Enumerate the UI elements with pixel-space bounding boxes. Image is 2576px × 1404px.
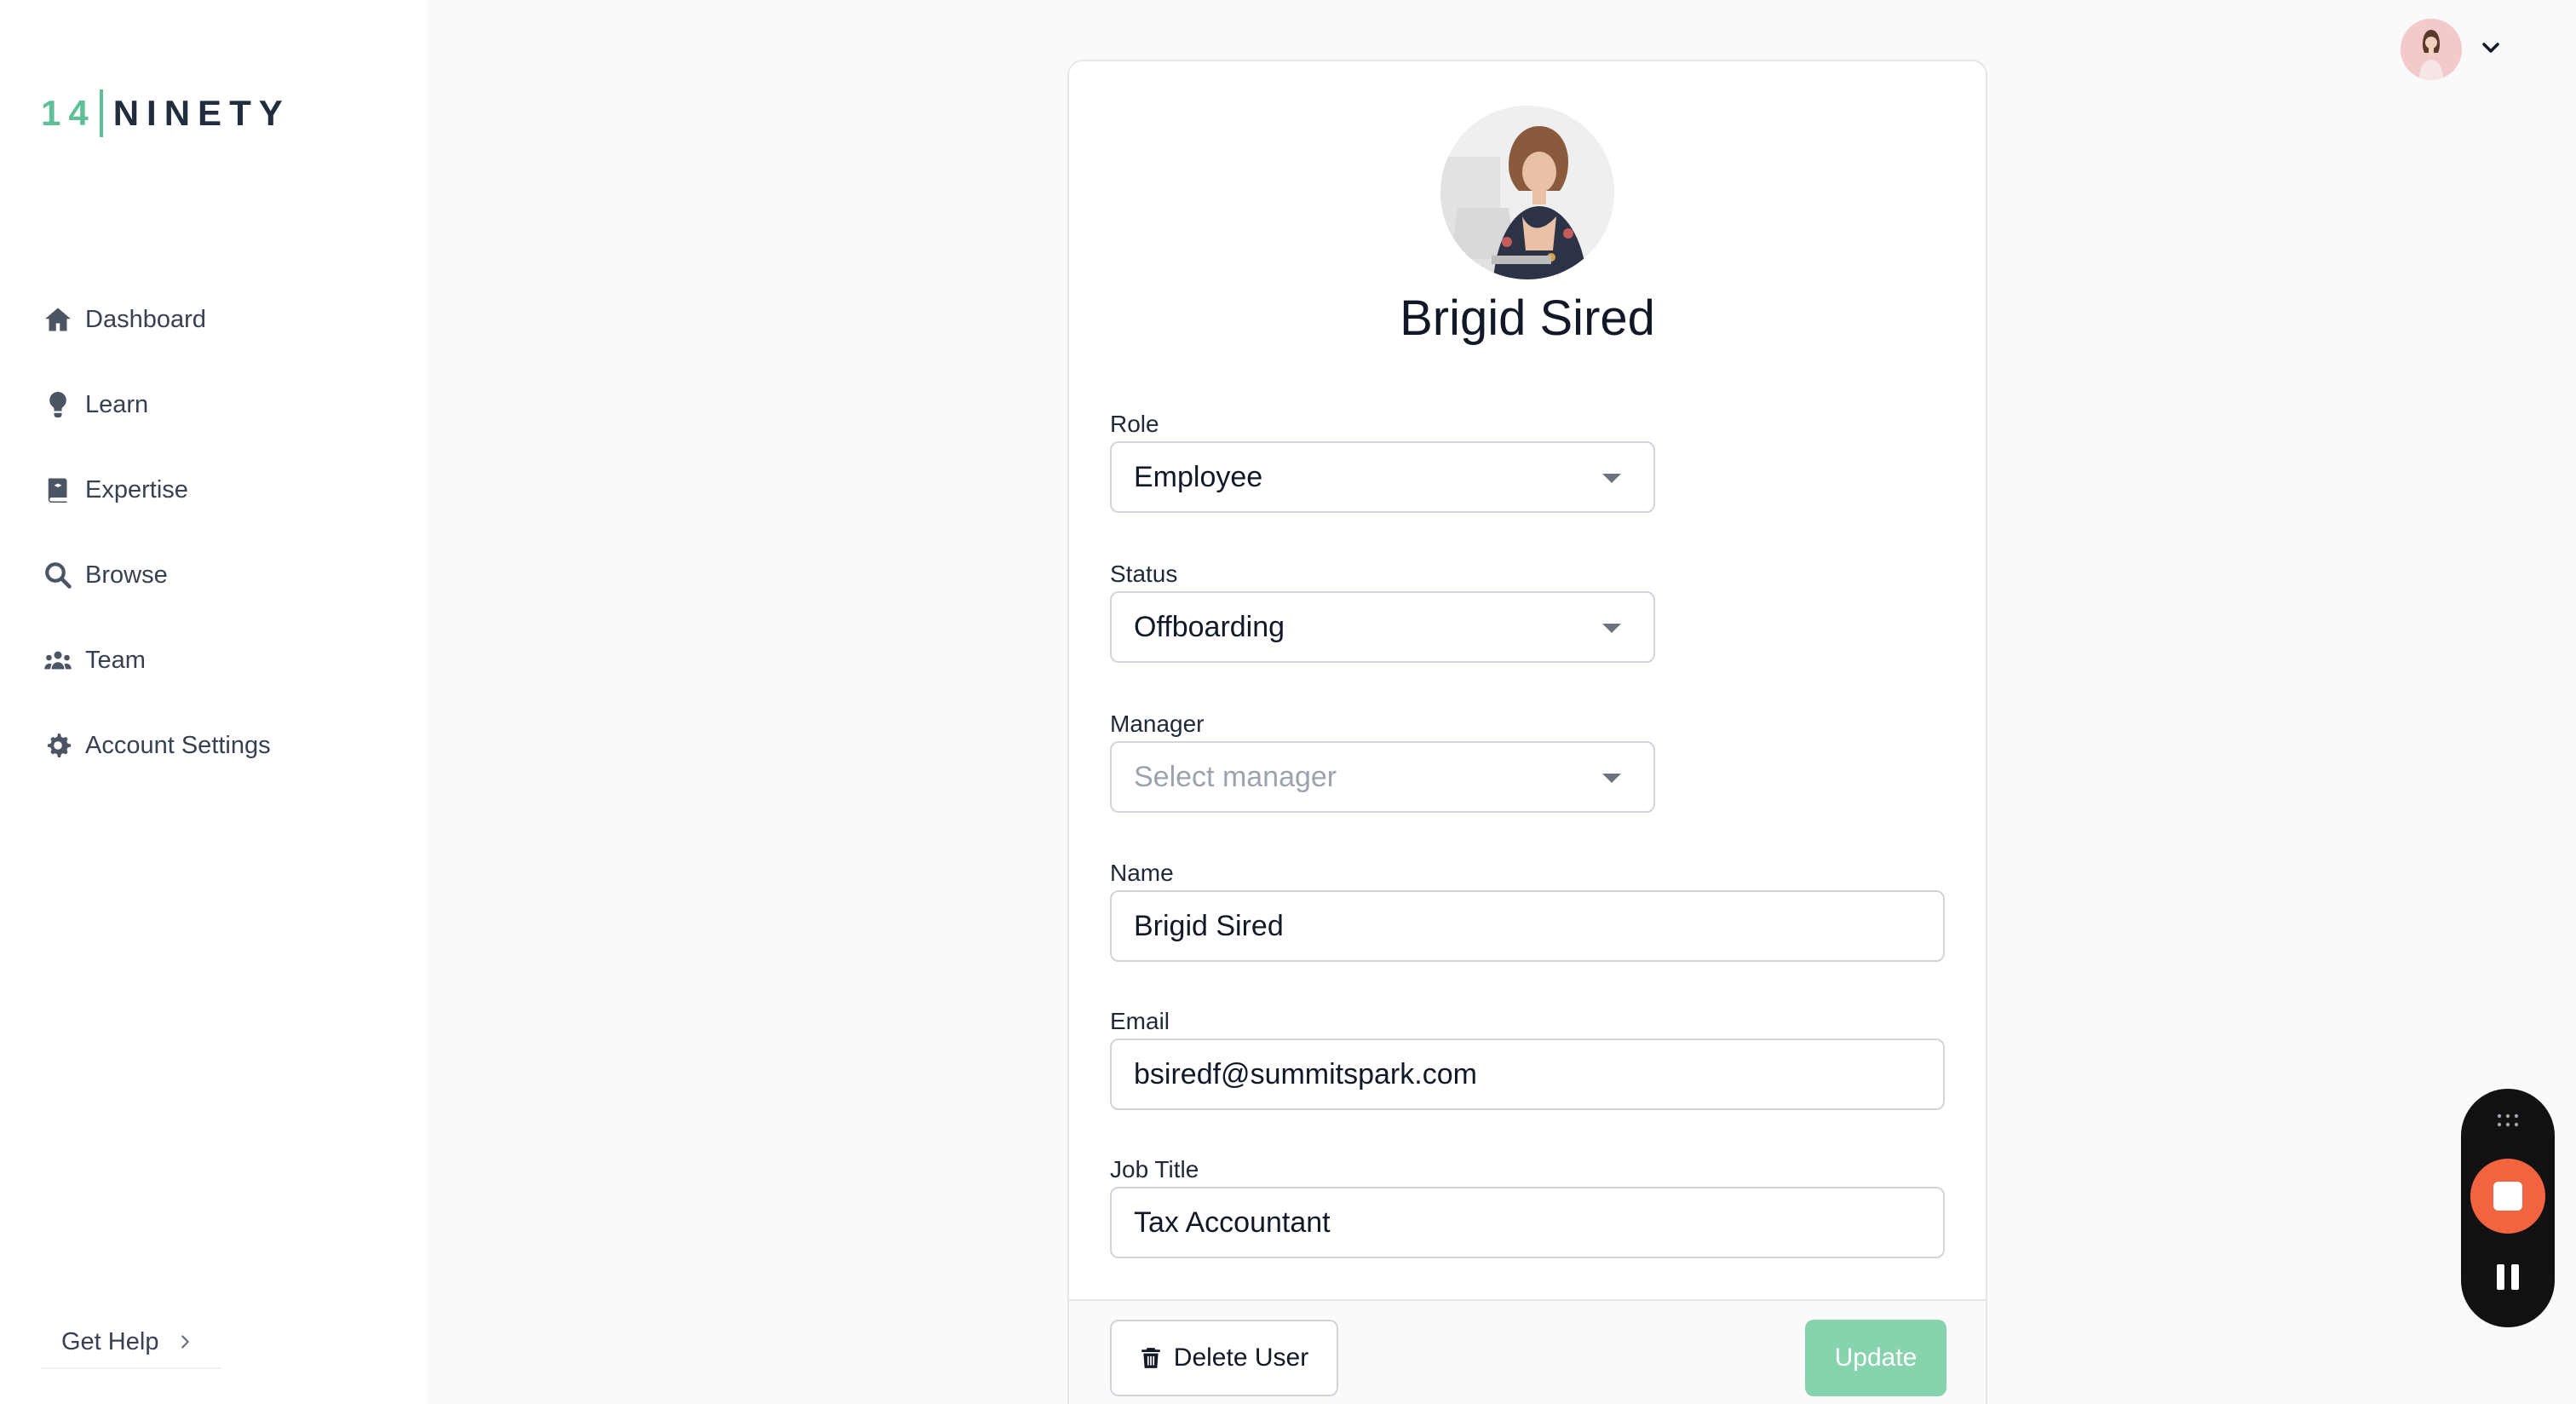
get-help-link[interactable]: Get Help bbox=[41, 1316, 221, 1369]
update-label: Update bbox=[1834, 1344, 1918, 1372]
status-value: Offboarding bbox=[1134, 610, 1285, 643]
user-avatar[interactable] bbox=[2401, 19, 2462, 80]
user-avatar-image bbox=[2401, 19, 2462, 80]
chevron-down-icon[interactable] bbox=[2479, 37, 2503, 58]
pause-recording-button[interactable] bbox=[2496, 1264, 2520, 1292]
manager-label: Manager bbox=[1110, 711, 1205, 737]
sidebar-item-learn[interactable]: Learn bbox=[43, 362, 271, 447]
role-label: Role bbox=[1110, 411, 1159, 437]
team-icon bbox=[44, 651, 72, 670]
logo-word: NINETY bbox=[112, 93, 290, 133]
delete-user-button[interactable]: Delete User bbox=[1110, 1320, 1338, 1396]
logo-number: 14 bbox=[41, 93, 96, 133]
job-title-label: Job Title bbox=[1110, 1156, 1199, 1182]
logo-divider bbox=[99, 89, 103, 137]
sidebar-item-label: Account Settings bbox=[85, 731, 271, 759]
email-value: bsiredf@summitspark.com bbox=[1134, 1057, 1477, 1090]
job-title-field[interactable]: Tax Accountant bbox=[1110, 1187, 1945, 1258]
stop-recording-button[interactable] bbox=[2470, 1159, 2545, 1234]
status-label: Status bbox=[1110, 561, 1178, 587]
edit-user-card: Brigid Sired Role Employee Status Offboa… bbox=[1067, 60, 1987, 1404]
update-button[interactable]: Update bbox=[1805, 1320, 1946, 1396]
search-icon bbox=[45, 562, 72, 589]
profile-photo-image bbox=[1440, 106, 1614, 279]
trash-icon bbox=[1141, 1348, 1160, 1368]
home-icon bbox=[45, 308, 71, 331]
status-select[interactable]: Offboarding bbox=[1110, 591, 1655, 663]
caret-down-icon bbox=[1602, 474, 1621, 483]
role-select[interactable]: Employee bbox=[1110, 441, 1655, 513]
name-field[interactable]: Brigid Sired bbox=[1110, 890, 1945, 962]
app-root: 14 NINETY Dashboard Learn Expertise Brow… bbox=[0, 0, 2576, 1404]
stop-icon bbox=[2493, 1182, 2522, 1211]
sidebar-item-label: Team bbox=[85, 646, 146, 674]
book-icon bbox=[48, 478, 67, 503]
recorder-widget bbox=[2461, 1089, 2555, 1327]
name-value: Brigid Sired bbox=[1134, 909, 1284, 942]
sidebar-item-label: Browse bbox=[85, 561, 168, 589]
job-title-value: Tax Accountant bbox=[1134, 1205, 1331, 1239]
lightbulb-icon bbox=[49, 391, 66, 417]
caret-down-icon bbox=[1602, 774, 1621, 783]
brand-logo[interactable]: 14 NINETY bbox=[41, 89, 290, 138]
sidebar-item-label: Dashboard bbox=[85, 305, 206, 333]
drag-handle-icon[interactable] bbox=[2496, 1113, 2520, 1128]
sidebar-item-team[interactable]: Team bbox=[43, 618, 271, 703]
get-help-label: Get Help bbox=[61, 1327, 159, 1355]
pause-icon-bar-right bbox=[2511, 1264, 2519, 1290]
chevron-right-icon bbox=[181, 1335, 190, 1349]
email-field[interactable]: bsiredf@summitspark.com bbox=[1110, 1039, 1945, 1110]
name-label: Name bbox=[1110, 860, 1174, 886]
sidebar-nav: Dashboard Learn Expertise Browse Team Ac… bbox=[43, 277, 271, 788]
pause-icon-bar-left bbox=[2497, 1264, 2504, 1290]
sidebar-item-expertise[interactable]: Expertise bbox=[43, 447, 271, 532]
sidebar-item-account-settings[interactable]: Account Settings bbox=[43, 703, 271, 788]
email-label: Email bbox=[1110, 1008, 1170, 1034]
sidebar-item-browse[interactable]: Browse bbox=[43, 532, 271, 618]
profile-name: Brigid Sired bbox=[1400, 291, 1655, 346]
sidebar-item-dashboard[interactable]: Dashboard bbox=[43, 277, 271, 362]
role-value: Employee bbox=[1134, 460, 1263, 493]
delete-user-label: Delete User bbox=[1173, 1344, 1309, 1372]
manager-placeholder: Select manager bbox=[1134, 760, 1337, 793]
gear-icon bbox=[47, 733, 72, 757]
sidebar-item-label: Learn bbox=[85, 390, 149, 418]
profile-photo bbox=[1440, 106, 1614, 279]
sidebar-item-label: Expertise bbox=[85, 475, 188, 503]
caret-down-icon bbox=[1602, 624, 1621, 633]
sidebar: 14 NINETY Dashboard Learn Expertise Brow… bbox=[0, 0, 426, 1404]
manager-select[interactable]: Select manager bbox=[1110, 741, 1655, 813]
